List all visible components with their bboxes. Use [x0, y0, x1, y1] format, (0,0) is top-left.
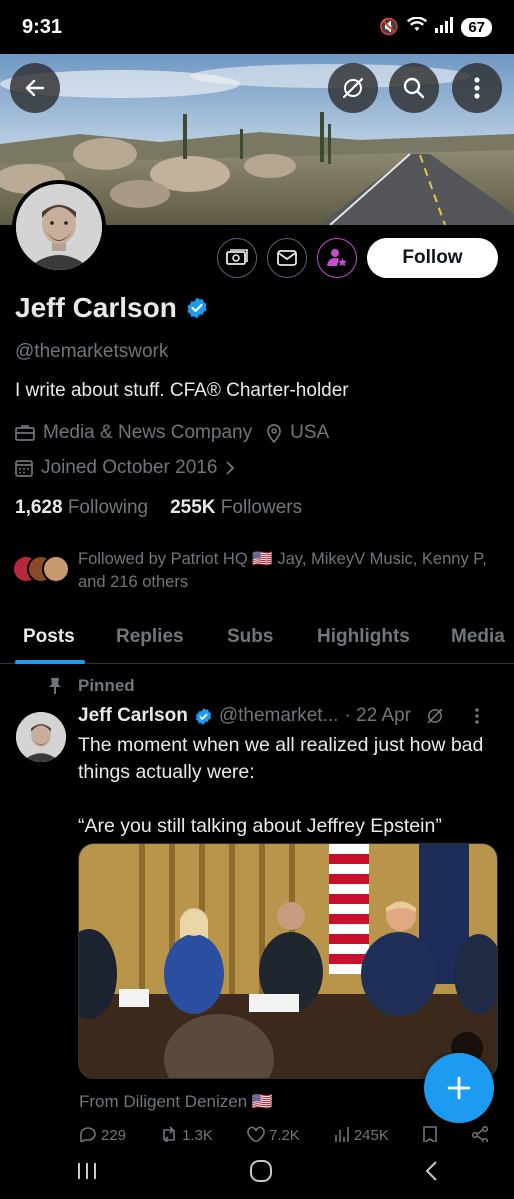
profile-handle: @themarketswork	[15, 341, 169, 362]
subscribe-button[interactable]	[317, 238, 357, 278]
location-pin-icon	[267, 424, 281, 443]
pinned-label-row: Pinned	[48, 676, 135, 696]
more-vertical-icon	[474, 77, 480, 99]
profile-stats: 1,628 Following 255K Followers	[15, 497, 302, 519]
pinned-label: Pinned	[78, 676, 135, 695]
grok-button[interactable]	[328, 63, 378, 113]
profile-tabs: Posts Replies Subs Highlights Media	[0, 612, 514, 664]
followed-by-text: Followed by Patriot HQ 🇺🇸 Jay, MikeyV Mu…	[78, 550, 487, 591]
like-count: 7.2K	[268, 1126, 300, 1144]
back-nav-icon[interactable]	[424, 1160, 438, 1182]
post-video[interactable]	[78, 843, 498, 1079]
following-count: 1,628	[15, 497, 63, 518]
tab-subs[interactable]: Subs	[227, 626, 273, 648]
mute-icon: 🔇	[379, 19, 400, 36]
tab-posts[interactable]: Posts	[23, 626, 75, 648]
followed-by-row[interactable]: Followed by Patriot HQ 🇺🇸 Jay, MikeyV Mu…	[12, 548, 502, 594]
grok-icon[interactable]	[425, 706, 445, 726]
following-link[interactable]: 1,628 Following	[15, 497, 148, 519]
compose-post-button[interactable]	[424, 1053, 494, 1123]
profile-joined: Joined October 2016	[41, 457, 218, 478]
follower-avatar	[42, 555, 70, 583]
profile-category: Media & News Company	[43, 422, 253, 443]
message-button[interactable]	[267, 238, 307, 278]
post-source[interactable]: From Diligent Denizen 🇺🇸	[79, 1092, 273, 1112]
followers-count: 255K	[170, 497, 216, 518]
back-button[interactable]	[10, 63, 60, 113]
profile-meta-row: Media & News Company USA	[15, 422, 329, 444]
money-icon	[226, 249, 248, 265]
system-nav-bar	[0, 1142, 514, 1199]
more-options-button[interactable]	[452, 63, 502, 113]
post-date: · 22 Apr	[344, 705, 411, 726]
envelope-icon	[277, 250, 297, 266]
chevron-right-icon	[226, 461, 235, 475]
profile-bio: I write about stuff. CFA® Charter-holder	[15, 380, 349, 401]
plus-icon	[447, 1076, 471, 1100]
subscribe-money-button[interactable]	[217, 238, 257, 278]
profile-joined-row[interactable]: Joined October 2016	[15, 457, 235, 479]
search-icon	[403, 77, 425, 99]
briefcase-icon	[15, 425, 35, 441]
calendar-icon	[15, 460, 33, 477]
followers-link[interactable]: 255K Followers	[170, 497, 302, 519]
home-icon[interactable]	[249, 1159, 273, 1183]
recent-apps-icon[interactable]	[76, 1161, 98, 1181]
profile-name-row: Jeff Carlson	[15, 292, 209, 324]
tab-highlights[interactable]: Highlights	[317, 626, 410, 648]
arrow-left-icon	[25, 79, 45, 97]
following-label: Following	[67, 497, 149, 518]
profile-avatar[interactable]	[12, 180, 106, 274]
post-more-icon[interactable]	[475, 707, 479, 725]
followed-by-avatars	[12, 555, 70, 585]
person-star-icon	[327, 249, 347, 267]
battery-indicator: 67	[461, 17, 492, 37]
followers-label: Followers	[220, 497, 303, 518]
post-author-name[interactable]: Jeff Carlson	[78, 705, 188, 727]
post-author-handle[interactable]: @themarket...	[219, 705, 339, 727]
verified-badge-icon[interactable]	[185, 296, 209, 320]
signal-icon	[435, 16, 454, 38]
profile-name: Jeff Carlson	[15, 292, 177, 323]
tab-media[interactable]: Media	[451, 626, 505, 648]
post-text: The moment when we all realized just how…	[78, 734, 484, 837]
status-time: 9:31	[22, 15, 63, 38]
search-button[interactable]	[389, 63, 439, 113]
wifi-icon	[407, 16, 428, 38]
follow-button[interactable]: Follow	[367, 238, 498, 278]
views-count: 245K	[353, 1126, 389, 1144]
verified-badge-icon	[195, 707, 211, 725]
active-tab-indicator	[15, 660, 85, 664]
pin-icon	[49, 678, 61, 694]
tab-replies[interactable]: Replies	[116, 626, 184, 648]
status-bar: 9:31 🔇 67	[0, 0, 514, 54]
grok-icon	[342, 77, 364, 99]
post-author-avatar[interactable]	[16, 712, 66, 762]
profile-location: USA	[290, 422, 330, 443]
reply-count: 229	[101, 1126, 127, 1144]
profile-actions: Follow	[217, 238, 498, 278]
status-icons: 🔇 67	[379, 16, 492, 38]
repost-count: 1.3K	[182, 1126, 213, 1144]
post-header: Jeff Carlson @themarket... · 22 Apr	[78, 705, 479, 727]
